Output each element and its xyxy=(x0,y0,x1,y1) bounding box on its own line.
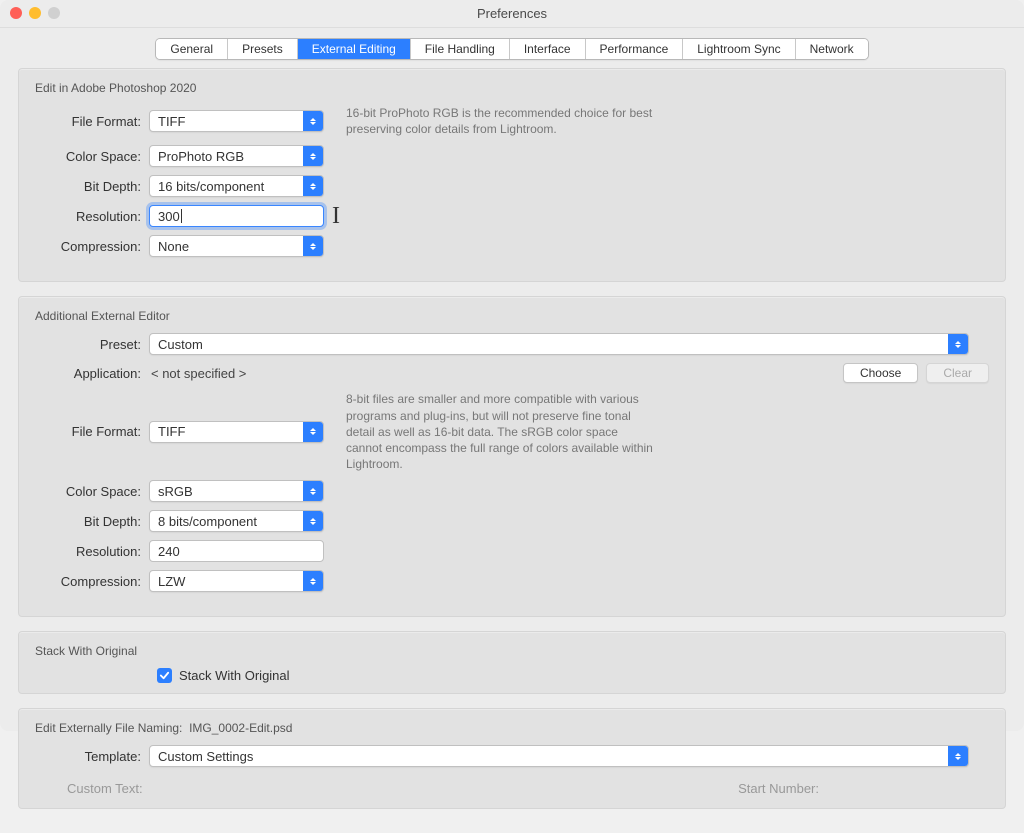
select-color-space-ext[interactable]: sRGB xyxy=(149,480,324,502)
naming-title-prefix: Edit Externally File Naming: xyxy=(35,721,182,735)
choose-button[interactable]: Choose xyxy=(843,363,918,383)
section-title-stack: Stack With Original xyxy=(35,644,989,658)
select-value: Custom Settings xyxy=(158,749,253,764)
input-value: 240 xyxy=(158,544,180,559)
select-value: 8 bits/component xyxy=(158,514,257,529)
chevron-updown-icon xyxy=(948,334,968,354)
chevron-updown-icon xyxy=(303,146,323,166)
checkmark-icon xyxy=(159,670,170,681)
close-button[interactable] xyxy=(10,7,22,19)
traffic-lights xyxy=(10,7,60,19)
label-compression: Compression: xyxy=(29,239,149,254)
select-color-space[interactable]: ProPhoto RGB xyxy=(149,145,324,167)
section-external-editor: Additional External Editor Preset: Custo… xyxy=(18,296,1006,617)
section-title-naming: Edit Externally File Naming: IMG_0002-Ed… xyxy=(35,721,989,735)
select-file-format[interactable]: TIFF xyxy=(149,110,324,132)
input-resolution-ext[interactable]: 240 xyxy=(149,540,324,562)
select-template[interactable]: Custom Settings xyxy=(149,745,969,767)
tab-presets[interactable]: Presets xyxy=(228,39,298,59)
preferences-window: Preferences General Presets External Edi… xyxy=(0,0,1024,731)
hint-text-photoshop: 16-bit ProPhoto RGB is the recommended c… xyxy=(324,105,684,137)
label-resolution-ext: Resolution: xyxy=(29,544,149,559)
section-naming: Edit Externally File Naming: IMG_0002-Ed… xyxy=(18,708,1006,809)
label-custom-text: Custom Text: xyxy=(67,781,143,796)
select-file-format-ext[interactable]: TIFF xyxy=(149,421,324,443)
tab-lightroom-sync[interactable]: Lightroom Sync xyxy=(683,39,795,59)
application-value: < not specified > xyxy=(149,366,246,381)
clear-button: Clear xyxy=(926,363,989,383)
section-title-external: Additional External Editor xyxy=(35,309,989,323)
select-value: ProPhoto RGB xyxy=(158,149,244,164)
chevron-updown-icon xyxy=(303,481,323,501)
chevron-updown-icon xyxy=(303,176,323,196)
select-preset[interactable]: Custom xyxy=(149,333,969,355)
ibeam-cursor-icon: I xyxy=(332,203,340,230)
tab-performance[interactable]: Performance xyxy=(586,39,684,59)
tab-external-editing[interactable]: External Editing xyxy=(298,39,411,59)
select-bit-depth-ext[interactable]: 8 bits/component xyxy=(149,510,324,532)
label-application: Application: xyxy=(29,366,149,381)
section-stack: Stack With Original Stack With Original xyxy=(18,631,1006,694)
tab-interface[interactable]: Interface xyxy=(510,39,586,59)
chevron-updown-icon xyxy=(303,571,323,591)
section-photoshop: Edit in Adobe Photoshop 2020 File Format… xyxy=(18,68,1006,282)
label-template: Template: xyxy=(29,749,149,764)
chevron-updown-icon xyxy=(948,746,968,766)
hint-text-external: 8-bit files are smaller and more compati… xyxy=(324,391,654,472)
select-value: sRGB xyxy=(158,484,193,499)
select-value: LZW xyxy=(158,574,185,589)
tabs-row: General Presets External Editing File Ha… xyxy=(0,28,1024,68)
select-value: None xyxy=(158,239,189,254)
chevron-updown-icon xyxy=(303,511,323,531)
chevron-updown-icon xyxy=(303,236,323,256)
tab-network[interactable]: Network xyxy=(796,39,868,59)
window-title: Preferences xyxy=(0,6,1024,21)
label-bit-depth-ext: Bit Depth: xyxy=(29,514,149,529)
tabs: General Presets External Editing File Ha… xyxy=(155,38,868,60)
tab-file-handling[interactable]: File Handling xyxy=(411,39,510,59)
select-bit-depth[interactable]: 16 bits/component xyxy=(149,175,324,197)
maximize-button xyxy=(48,7,60,19)
section-title-photoshop: Edit in Adobe Photoshop 2020 xyxy=(35,81,989,95)
text-caret xyxy=(181,209,182,223)
label-compression-ext: Compression: xyxy=(29,574,149,589)
chevron-updown-icon xyxy=(303,422,323,442)
input-resolution[interactable]: 300 xyxy=(149,205,324,227)
naming-title-file: IMG_0002-Edit.psd xyxy=(189,721,292,735)
minimize-button[interactable] xyxy=(29,7,41,19)
label-file-format: File Format: xyxy=(29,114,149,129)
select-value: Custom xyxy=(158,337,203,352)
checkbox-label-stack: Stack With Original xyxy=(179,668,290,683)
label-color-space: Color Space: xyxy=(29,149,149,164)
checkbox-stack-with-original[interactable] xyxy=(157,668,172,683)
label-preset: Preset: xyxy=(29,337,149,352)
select-compression[interactable]: None xyxy=(149,235,324,257)
label-bit-depth: Bit Depth: xyxy=(29,179,149,194)
select-compression-ext[interactable]: LZW xyxy=(149,570,324,592)
input-value: 300 xyxy=(158,209,180,224)
chevron-updown-icon xyxy=(303,111,323,131)
tab-general[interactable]: General xyxy=(156,39,228,59)
label-resolution: Resolution: xyxy=(29,209,149,224)
select-value: 16 bits/component xyxy=(158,179,264,194)
select-value: TIFF xyxy=(158,114,185,129)
label-file-format-ext: File Format: xyxy=(29,424,149,439)
label-color-space-ext: Color Space: xyxy=(29,484,149,499)
select-value: TIFF xyxy=(158,424,185,439)
titlebar: Preferences xyxy=(0,0,1024,28)
label-start-number: Start Number: xyxy=(738,781,819,796)
